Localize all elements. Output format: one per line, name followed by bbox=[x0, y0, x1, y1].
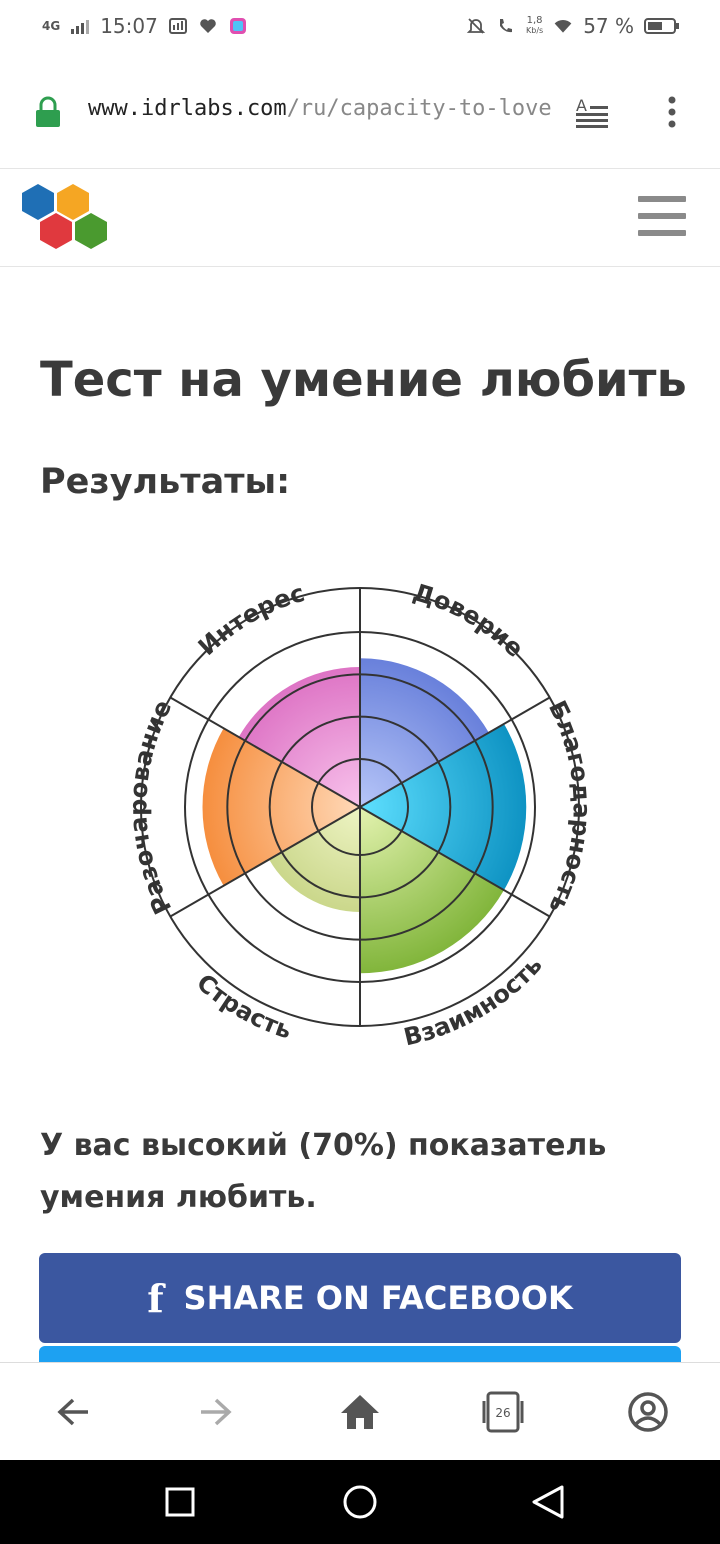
network-stats-icon bbox=[168, 18, 187, 34]
axis-label-reciprocity: Взаимность bbox=[401, 951, 548, 1051]
network-indicator: 4G bbox=[42, 19, 61, 33]
svg-text:26: 26 bbox=[495, 1406, 510, 1420]
share-facebook-label: SHARE ON FACEBOOK bbox=[183, 1279, 573, 1317]
axis-label-trust: Доверие bbox=[410, 578, 529, 663]
recent-apps-icon[interactable] bbox=[165, 1487, 195, 1517]
wifi-icon bbox=[554, 19, 572, 33]
network-speed: 1,8 Kb/s bbox=[526, 15, 544, 36]
arrow-right-icon bbox=[201, 1398, 232, 1426]
tabs-icon: 26 bbox=[482, 1391, 524, 1433]
axis-label-passion: Страсть bbox=[191, 968, 295, 1044]
site-logo[interactable] bbox=[18, 182, 110, 252]
lock-icon bbox=[36, 96, 60, 127]
home-circle-icon[interactable] bbox=[342, 1484, 378, 1520]
account-icon bbox=[628, 1392, 668, 1432]
result-summary: У вас высокий (70%) показатель умения лю… bbox=[40, 1128, 607, 1215]
status-bar: 4G 15:07 1,8 Kb/s 57 % bbox=[0, 0, 720, 58]
signal-icon bbox=[71, 20, 90, 34]
url-field[interactable]: www.idrlabs.com/ru/capacity-to-love/t bbox=[88, 96, 552, 121]
heart-icon bbox=[200, 19, 216, 33]
reader-mode-icon[interactable]: A bbox=[574, 96, 610, 128]
forward-button[interactable] bbox=[191, 1387, 241, 1437]
system-nav-bar bbox=[0, 1460, 720, 1544]
tabs-button[interactable]: 26 bbox=[478, 1387, 528, 1437]
battery-percent: 57 % bbox=[583, 14, 634, 38]
app-notification-icon bbox=[229, 18, 246, 34]
results-heading: Результаты: bbox=[40, 462, 291, 502]
back-triangle-icon[interactable] bbox=[530, 1484, 566, 1520]
share-facebook-button[interactable]: f SHARE ON FACEBOOK bbox=[39, 1253, 681, 1343]
back-button[interactable] bbox=[48, 1387, 98, 1437]
facebook-icon: f bbox=[147, 1275, 164, 1321]
capacity-radial-chart: Доверие Благодарность Взаимность Страсть… bbox=[124, 578, 596, 1051]
axis-label-interest: Интерес bbox=[193, 579, 308, 661]
svg-text:A: A bbox=[576, 96, 587, 115]
more-menu-icon[interactable] bbox=[666, 96, 678, 130]
axis-label-gratitude: Благодарность bbox=[543, 696, 596, 918]
hamburger-menu-icon[interactable] bbox=[638, 196, 686, 238]
arrow-left-icon bbox=[57, 1398, 88, 1426]
wifi-calling-icon bbox=[500, 19, 512, 33]
page-title: Тест на умение любить bbox=[40, 352, 687, 408]
battery-icon bbox=[644, 18, 679, 34]
home-button[interactable] bbox=[335, 1387, 385, 1437]
browser-bottom-nav: 26 bbox=[0, 1362, 720, 1461]
home-icon bbox=[341, 1395, 379, 1429]
profile-button[interactable] bbox=[623, 1387, 673, 1437]
mute-icon bbox=[466, 18, 486, 34]
status-time: 15:07 bbox=[100, 14, 158, 38]
axis-label-disappointment: Разочарование bbox=[124, 695, 177, 918]
